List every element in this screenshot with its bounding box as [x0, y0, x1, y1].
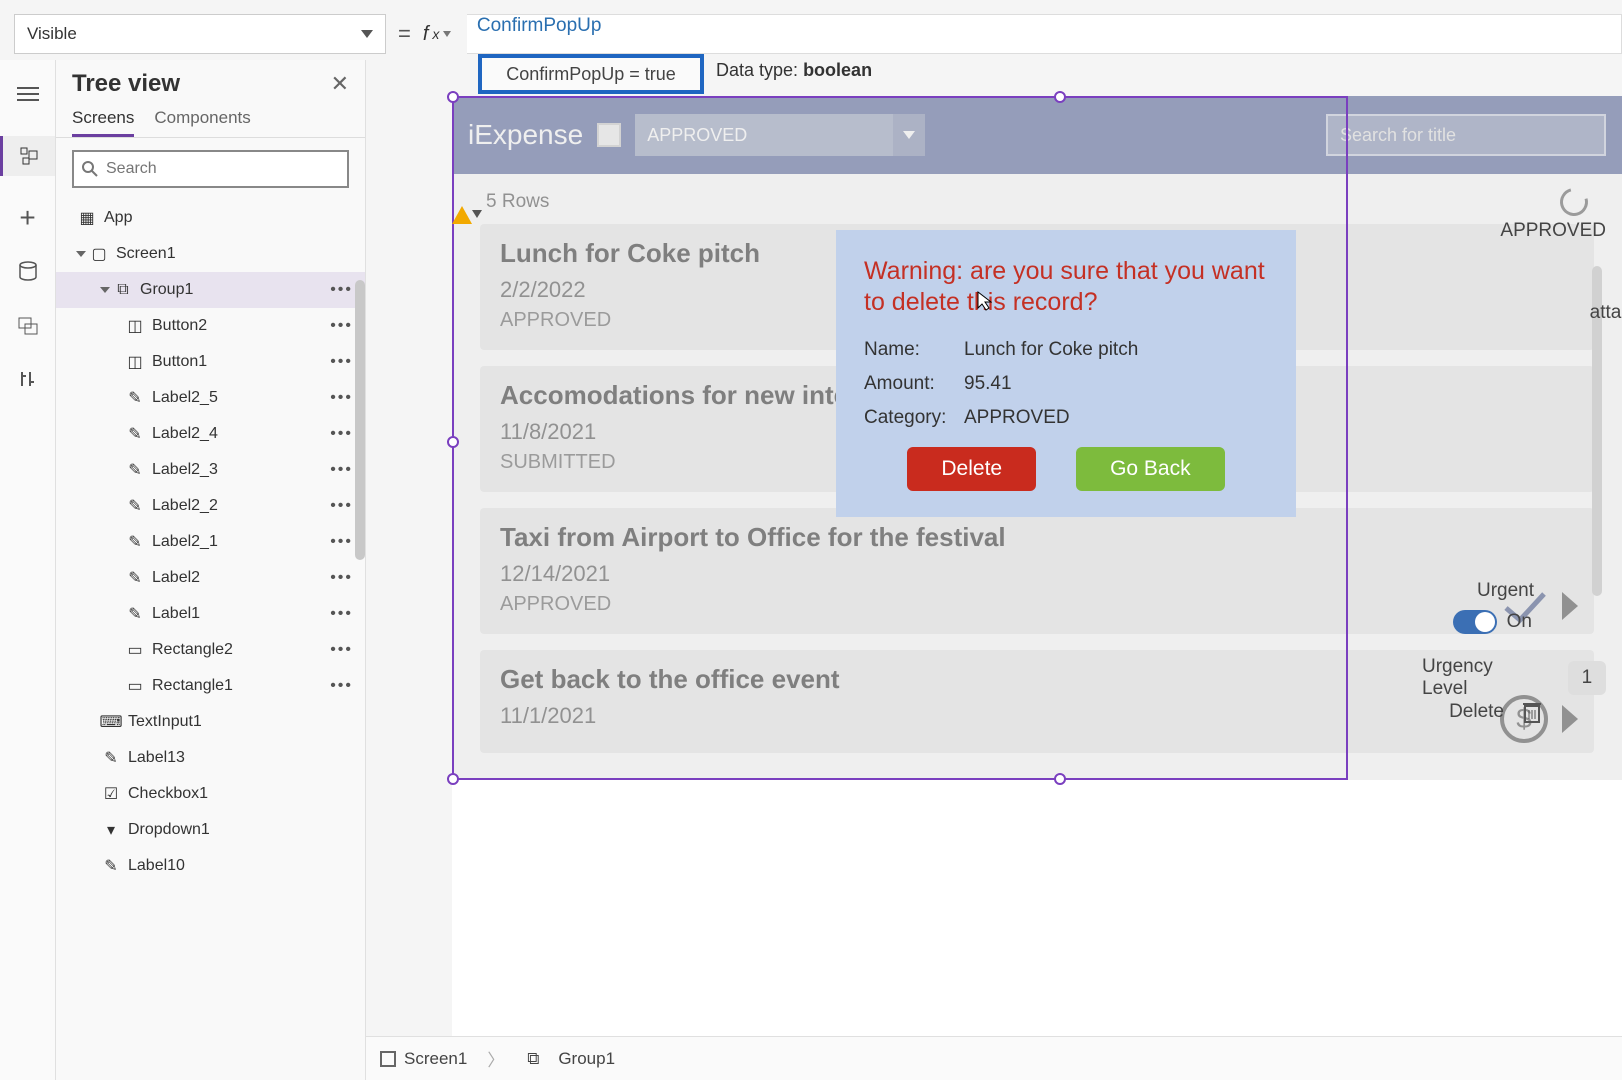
name-label: Name: [864, 339, 964, 361]
warning-icon[interactable] [452, 206, 472, 224]
name-value: Lunch for Coke pitch [964, 339, 1138, 361]
urgent-label: Urgent [1477, 580, 1534, 602]
property-dropdown[interactable]: Visible [14, 14, 386, 54]
category-value: APPROVED [964, 407, 1070, 429]
insert-icon[interactable]: + [16, 206, 40, 230]
tab-screens[interactable]: Screens [72, 108, 134, 137]
tree-item-label2-4[interactable]: ✎Label2_4••• [56, 416, 365, 452]
tree-search[interactable] [72, 150, 349, 188]
breadcrumb: Screen1 〉 ⧉Group1 [366, 1036, 1622, 1080]
urgency-level-value[interactable]: 1 [1568, 661, 1606, 695]
tree-view-title: Tree view [72, 70, 180, 98]
tree-scrollbar[interactable] [355, 280, 365, 560]
go-back-button[interactable]: Go Back [1076, 447, 1225, 491]
amount-label: Amount: [864, 373, 964, 395]
more-icon[interactable]: ••• [330, 281, 353, 299]
toggle-label: On [1507, 611, 1532, 633]
tree-item-label2-5[interactable]: ✎Label2_5••• [56, 380, 365, 416]
category-label: Category: [864, 407, 964, 429]
tree-item-label2-1[interactable]: ✎Label2_1••• [56, 524, 365, 560]
tree-item-label1[interactable]: ✎Label1••• [56, 596, 365, 632]
tree-item-screen1[interactable]: ▢Screen1 [56, 236, 365, 272]
attach-label: attache [1590, 302, 1622, 324]
property-dropdown-value: Visible [27, 24, 77, 44]
chevron-down-icon[interactable] [472, 210, 482, 218]
warning-text: Warning: are you sure that you want to d… [864, 256, 1268, 319]
close-icon[interactable]: ✕ [331, 71, 349, 97]
tree-item-app[interactable]: ▦App [56, 200, 365, 236]
urgency-level-label: Urgency Level [1422, 656, 1538, 700]
tree-item-rectangle1[interactable]: ▭Rectangle1••• [56, 668, 365, 704]
breadcrumb-group[interactable]: ⧉Group1 [524, 1049, 615, 1069]
data-type-label: Data type: boolean [716, 60, 872, 81]
tree-list: ▦App ▢Screen1 ⧉Group1••• ◫Button2••• ◫Bu… [56, 200, 365, 1070]
equals-icon: = [398, 21, 411, 47]
search-icon [82, 161, 98, 177]
tab-components[interactable]: Components [154, 108, 250, 137]
fx-icon[interactable]: fx [423, 23, 467, 46]
tree-item-label2-3[interactable]: ✎Label2_3••• [56, 452, 365, 488]
amount-value: 95.41 [964, 373, 1012, 395]
chevron-down-icon [361, 30, 373, 38]
tree-item-label10[interactable]: ✎Label10 [56, 848, 365, 884]
status-badge: APPROVED [1500, 220, 1606, 242]
tree-item-button1[interactable]: ◫Button1••• [56, 344, 365, 380]
confirm-popup: Warning: are you sure that you want to d… [836, 230, 1296, 517]
media-icon[interactable] [16, 314, 40, 338]
tree-item-button2[interactable]: ◫Button2••• [56, 308, 365, 344]
tree-view-icon[interactable] [0, 136, 55, 176]
breadcrumb-screen[interactable]: Screen1 [380, 1049, 467, 1069]
urgent-toggle[interactable]: On [1453, 610, 1532, 634]
tree-item-checkbox1[interactable]: ☑Checkbox1 [56, 776, 365, 812]
tree-item-textinput1[interactable]: ⌨TextInput1 [56, 704, 365, 740]
formula-result-popup: ConfirmPopUp = true [478, 54, 704, 94]
hamburger-icon[interactable] [16, 82, 40, 106]
tree-search-input[interactable] [106, 160, 339, 178]
trash-icon[interactable] [1522, 700, 1542, 724]
delete-row-label: Delete [1449, 701, 1504, 723]
data-icon[interactable] [16, 260, 40, 284]
tools-icon[interactable] [16, 368, 40, 392]
tree-item-label2-2[interactable]: ✎Label2_2••• [56, 488, 365, 524]
formula-bar[interactable]: ConfirmPopUp [467, 14, 1622, 54]
delete-button[interactable]: Delete [907, 447, 1036, 491]
tree-item-label13[interactable]: ✎Label13 [56, 740, 365, 776]
tree-item-label2[interactable]: ✎Label2••• [56, 560, 365, 596]
tree-item-rectangle2[interactable]: ▭Rectangle2••• [56, 632, 365, 668]
tree-item-dropdown1[interactable]: ▾Dropdown1 [56, 812, 365, 848]
tree-item-group1[interactable]: ⧉Group1••• [56, 272, 365, 308]
